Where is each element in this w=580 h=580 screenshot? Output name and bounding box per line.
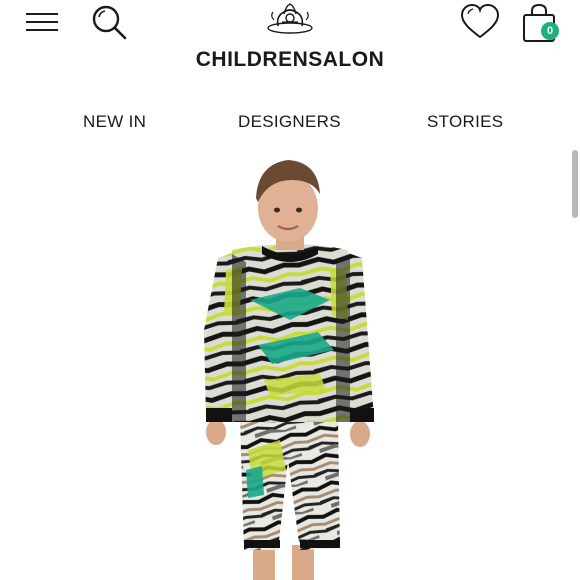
nav-new-in[interactable]: NEW IN — [83, 112, 146, 132]
top-bar: 0 CHILDRENSALON — [0, 0, 580, 80]
hero-product-image[interactable] — [0, 150, 572, 580]
bag-count-badge: 0 — [541, 22, 559, 40]
search-icon[interactable] — [90, 3, 128, 41]
scrollbar-thumb[interactable] — [572, 150, 578, 218]
brand-wordmark[interactable]: CHILDRENSALON — [0, 48, 580, 72]
logo-crest-icon[interactable] — [264, 0, 316, 36]
heart-icon[interactable] — [460, 4, 500, 40]
main-nav: NEW IN DESIGNERS STORIES — [0, 112, 580, 136]
nav-designers[interactable]: DESIGNERS — [238, 112, 341, 132]
menu-icon[interactable] — [24, 8, 60, 36]
nav-stories[interactable]: STORIES — [427, 112, 503, 132]
